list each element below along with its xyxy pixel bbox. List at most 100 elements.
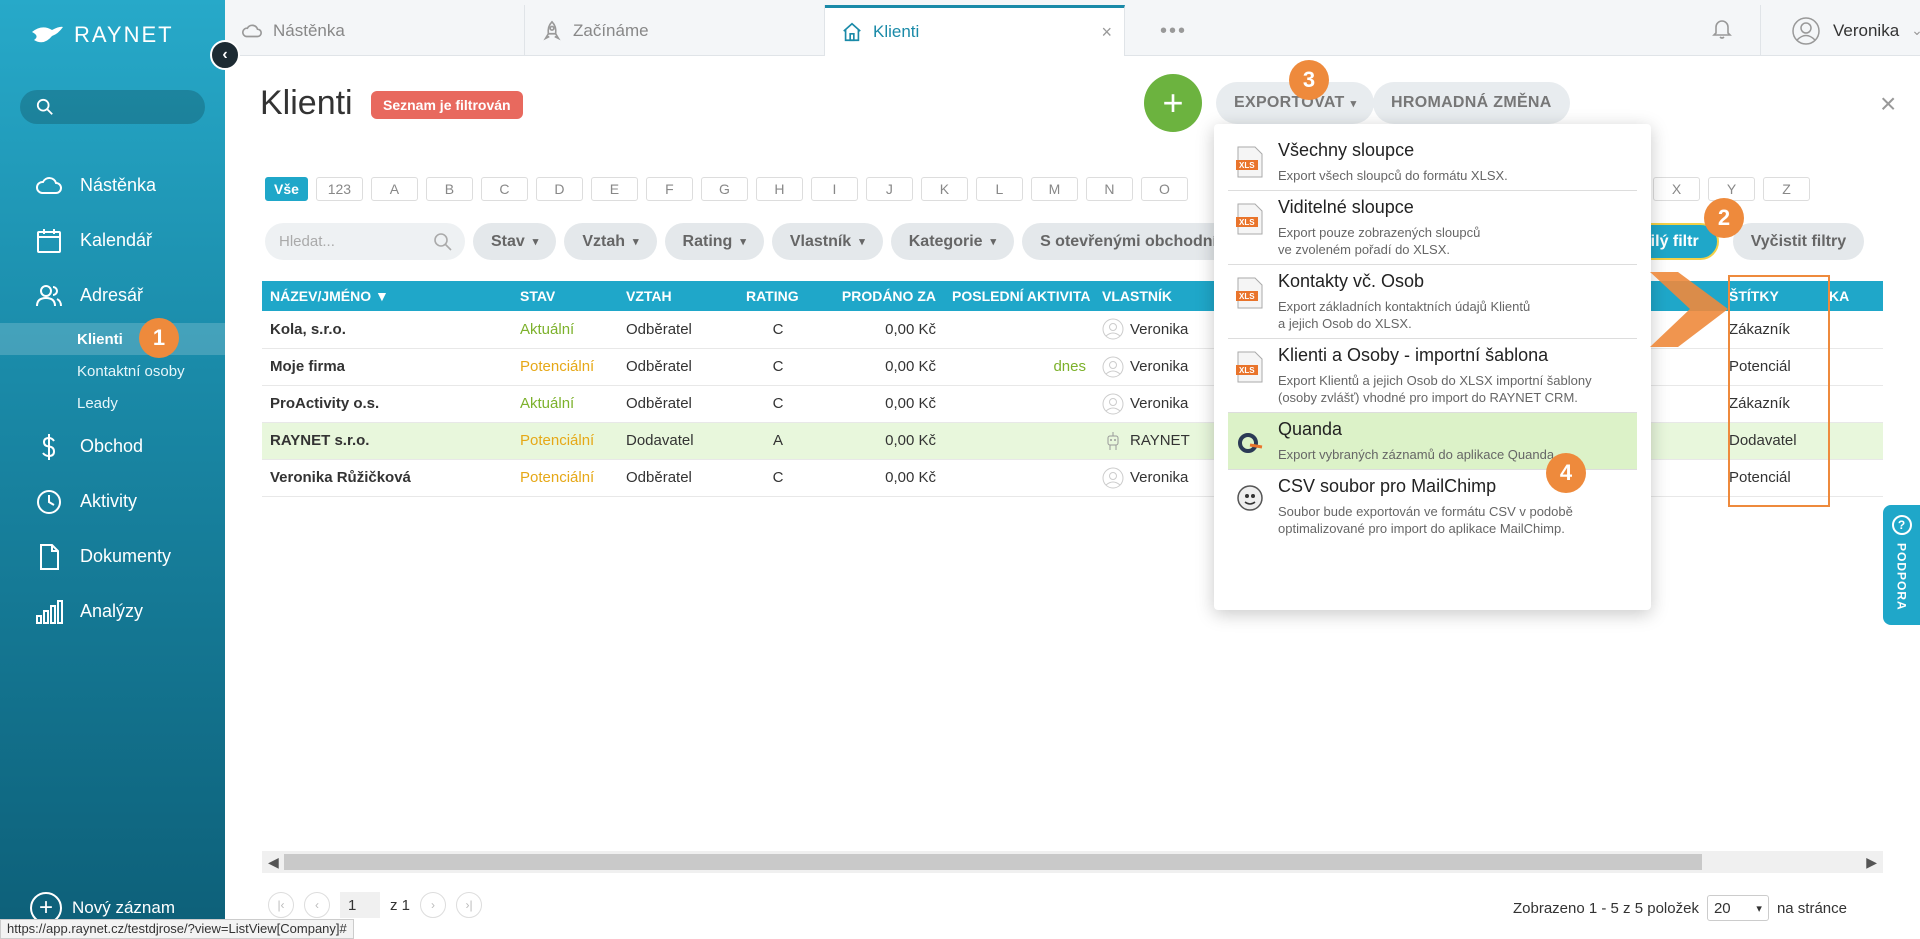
sidebar-item-analyzy[interactable]: Analýzy <box>0 584 225 639</box>
filter-label: Stav <box>491 232 525 250</box>
last-page-icon[interactable]: ›| <box>456 892 483 918</box>
prev-page-icon[interactable]: ‹ <box>304 892 330 918</box>
export-contacts-with-persons[interactable]: XLS Kontakty vč. Osob Export základních k… <box>1228 265 1637 339</box>
logo[interactable]: RAYNET <box>30 22 174 48</box>
annotation-arrow-icon <box>1650 272 1728 347</box>
new-record-label: Nový záznam <box>72 898 175 917</box>
alpha-letter[interactable]: B <box>425 177 473 201</box>
more-tabs-icon[interactable]: ••• <box>1160 20 1187 43</box>
cell-name[interactable]: Moje firma <box>262 348 512 386</box>
alpha-letter[interactable]: J <box>865 177 913 201</box>
col-name[interactable]: NÁZEV/JMÉNO ▼ <box>262 281 512 311</box>
alpha-all[interactable]: Vše <box>265 177 308 201</box>
alpha-letter[interactable]: L <box>975 177 1023 201</box>
scroll-left-icon[interactable]: ◀ <box>268 851 279 873</box>
dollar-icon <box>42 433 56 460</box>
add-button[interactable]: + <box>1144 74 1202 132</box>
col-category[interactable]: KA <box>1821 281 1883 311</box>
filter-vlastnik[interactable]: Vlastník ▾ <box>771 223 883 260</box>
col-last-activity[interactable]: POSLEDNÍ AKTIVITA <box>944 281 1094 311</box>
sidebar-search[interactable] <box>20 90 205 124</box>
bell-icon[interactable] <box>1710 16 1734 40</box>
alpha-letter[interactable]: X <box>1653 177 1700 201</box>
filter-label: Rating <box>682 232 733 250</box>
menu-item-desc: Soubor bude exportován ve formátu CSV v … <box>1278 504 1573 536</box>
cloud-icon <box>36 176 62 194</box>
sidebar-item-aktivity[interactable]: Aktivity <box>0 474 225 529</box>
cell-name[interactable]: Kola, s.r.o. <box>262 311 512 349</box>
alpha-letter[interactable]: K <box>920 177 968 201</box>
export-visible-columns[interactable]: XLS Viditelné sloupce Export pouze zobraz… <box>1228 191 1637 265</box>
alpha-letter[interactable]: H <box>755 177 803 201</box>
export-import-template[interactable]: XLS Klienti a Osoby - importní šablona Ex… <box>1228 339 1637 413</box>
alpha-letter[interactable]: E <box>590 177 638 201</box>
cell-relation: Odběratel <box>618 311 738 349</box>
cell-relation: Odběratel <box>618 459 738 497</box>
sidebar-item-kalendar[interactable]: Kalendář <box>0 213 225 268</box>
horizontal-scrollbar[interactable]: ◀ ▶ <box>262 851 1883 873</box>
page-input[interactable]: 1 <box>340 892 380 918</box>
alpha-letter[interactable]: Y <box>1708 177 1755 201</box>
close-icon[interactable]: × <box>1880 88 1896 120</box>
filter-kategorie[interactable]: Kategorie ▾ <box>890 223 1015 260</box>
next-page-icon[interactable]: › <box>420 892 447 918</box>
sidebar-item-nastenka[interactable]: Nástěnka <box>0 158 225 213</box>
alpha-letter[interactable]: M <box>1030 177 1078 201</box>
menu-item-desc: Export pouze zobrazených sloupců ve zvol… <box>1278 225 1481 257</box>
tab-zaciname[interactable]: Začínáme <box>525 5 825 56</box>
filter-label: Kategorie <box>908 232 983 250</box>
step-badge-3: 3 <box>1289 60 1329 100</box>
collapse-sidebar-button[interactable]: ‹ <box>210 40 240 70</box>
user-menu[interactable]: Veronika ⌄ <box>1760 5 1920 56</box>
alpha-letter[interactable]: F <box>645 177 693 201</box>
cell-sold: 0,00 Kč <box>818 311 944 349</box>
alpha-letter[interactable]: G <box>700 177 748 201</box>
filter-rating[interactable]: Rating ▾ <box>664 223 764 260</box>
alpha-letter[interactable]: I <box>810 177 858 201</box>
alpha-letter[interactable]: N <box>1085 177 1133 201</box>
col-sold[interactable]: PRODÁNO ZA <box>818 281 944 311</box>
col-rating[interactable]: RATING <box>738 281 818 311</box>
cell-name[interactable]: ProActivity o.s. <box>262 385 512 423</box>
sidebar-sub-leady[interactable]: Leady <box>0 387 225 419</box>
clear-filters-button[interactable]: Vyčistit filtry <box>1732 223 1865 260</box>
cell-last-activity <box>944 311 1094 349</box>
tab-nastenka[interactable]: Nástěnka <box>225 5 525 56</box>
bulk-change-button[interactable]: HROMADNÁ ZMĚNA <box>1373 82 1570 124</box>
filter-vztah[interactable]: Vztah ▾ <box>564 223 657 260</box>
filter-status-badge: Seznam je filtrován <box>371 91 523 119</box>
per-page-select[interactable]: 20 ▾ <box>1706 895 1769 921</box>
filter-stav[interactable]: Stav ▾ <box>473 223 557 260</box>
close-tab-icon[interactable]: × <box>1101 22 1112 43</box>
alpha-letter[interactable]: O <box>1140 177 1188 201</box>
page-title: Klienti <box>260 84 353 122</box>
alpha-letter[interactable]: A <box>370 177 418 201</box>
support-button[interactable]: ? PODPORA <box>1883 505 1920 625</box>
cell-tag: Potenciál <box>1721 348 1821 386</box>
export-all-columns[interactable]: XLS Všechny sloupce Export všech sloupců … <box>1228 134 1637 191</box>
alpha-123[interactable]: 123 <box>315 177 363 201</box>
sidebar-sub-klienti[interactable]: Klienti <box>0 323 225 355</box>
col-relation[interactable]: VZTAH <box>618 281 738 311</box>
sidebar-item-dokumenty[interactable]: Dokumenty <box>0 529 225 584</box>
cell-tag: Zákazník <box>1721 385 1821 423</box>
owner-name: Veronika <box>1130 469 1189 486</box>
alpha-letter[interactable]: Z <box>1763 177 1810 201</box>
alpha-letter[interactable]: C <box>480 177 528 201</box>
sidebar-sub-kontaktni-osoby[interactable]: Kontaktní osoby <box>0 355 225 387</box>
sidebar-item-obchod[interactable]: Obchod <box>0 419 225 474</box>
tab-klienti[interactable]: Klienti × <box>825 5 1125 56</box>
search-input[interactable]: Hledat... <box>265 223 465 260</box>
first-page-icon[interactable]: |‹ <box>268 892 294 918</box>
cell-name[interactable]: RAYNET s.r.o. <box>262 422 512 460</box>
sidebar-item-label: Aktivity <box>80 491 138 511</box>
col-tags[interactable]: ŠTÍTKY <box>1721 281 1821 311</box>
sidebar-item-adresar[interactable]: Adresář <box>0 268 225 323</box>
scroll-right-icon[interactable]: ▶ <box>1866 851 1877 873</box>
col-label: NÁZEV/JMÉNO <box>270 288 372 304</box>
col-status[interactable]: STAV <box>512 281 618 311</box>
alpha-letter[interactable]: D <box>535 177 583 201</box>
menu-item-title: CSV soubor pro MailChimp <box>1278 476 1497 496</box>
scroll-thumb[interactable] <box>284 854 1702 870</box>
cell-name[interactable]: Veronika Růžičková <box>262 459 512 497</box>
